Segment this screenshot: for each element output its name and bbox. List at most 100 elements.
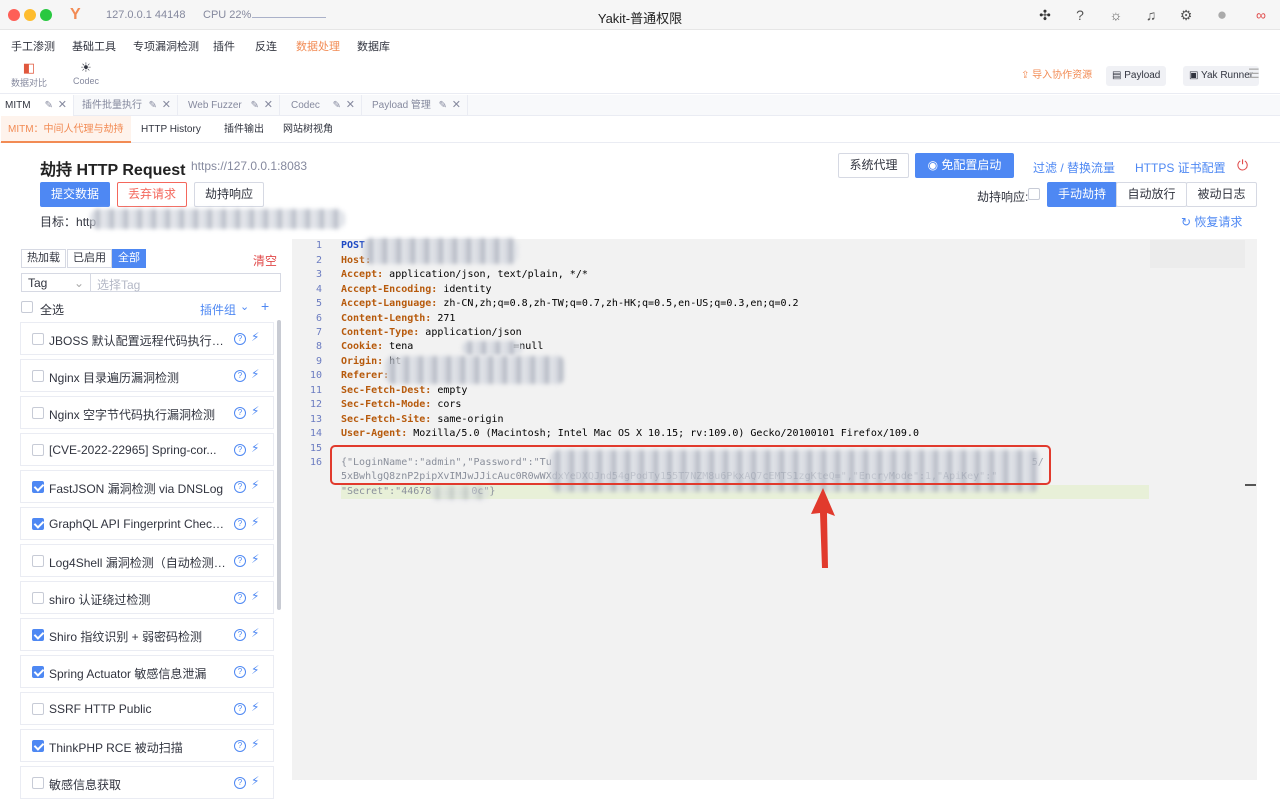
help-icon[interactable]: ?	[234, 740, 246, 752]
plugin-group-link[interactable]: 插件组	[200, 301, 236, 318]
request-editor[interactable]: 1 2 3 4 5 6 7 8 9 10 11 12 13 14 15 16 POST Host: Accep…	[292, 239, 1257, 780]
codec-tool[interactable]: ☀ Codec	[73, 60, 99, 86]
bell-icon[interactable]: ♫	[1142, 6, 1160, 24]
plugin-checkbox[interactable]	[32, 777, 44, 789]
plugin-checkbox[interactable]	[32, 370, 44, 382]
edit-icon[interactable]: ✎	[333, 95, 341, 116]
tab-site-tree[interactable]: 网站树视角	[276, 116, 340, 143]
close-icon[interactable]: ✕	[264, 95, 273, 116]
collapse-icon[interactable]: ☰	[1248, 66, 1260, 82]
bolt-icon[interactable]: ⚡	[251, 441, 259, 455]
free-config-button[interactable]: ◉ 免配置启动	[915, 153, 1014, 178]
plugin-item[interactable]: Shiro 指纹识别 + 弱密码检测? ⚡	[20, 618, 274, 651]
system-proxy-button[interactable]: 系统代理	[838, 153, 909, 178]
menu-basic-tools[interactable]: 基础工具	[72, 38, 116, 54]
seg-hot-load[interactable]: 热加载	[21, 249, 66, 268]
bolt-icon[interactable]: ⚡	[251, 404, 259, 418]
edit-icon[interactable]: ✎	[439, 95, 447, 116]
tab-mitm-hijack[interactable]: MITM：中间人代理与劫持	[1, 116, 131, 143]
help-icon[interactable]: ?	[234, 592, 246, 604]
plugin-checkbox[interactable]	[32, 407, 44, 419]
plugin-item[interactable]: GraphQL API Fingerprint Checki...? ⚡	[20, 507, 274, 540]
close-icon[interactable]: ✕	[346, 95, 355, 116]
plugin-checkbox[interactable]	[32, 629, 44, 641]
plugin-item[interactable]: JBOSS 默认配置远程代码执行 漏...? ⚡	[20, 322, 274, 355]
plugin-item[interactable]: FastJSON 漏洞检测 via DNSLog? ⚡	[20, 470, 274, 503]
bolt-icon[interactable]: ⚡	[251, 663, 259, 677]
help-icon[interactable]: ?	[234, 444, 246, 456]
plugin-checkbox[interactable]	[32, 666, 44, 678]
help-icon[interactable]: ?	[234, 555, 246, 567]
seg-all[interactable]: 全部	[112, 249, 146, 268]
link-icon[interactable]: ∞	[1252, 6, 1270, 24]
plugin-checkbox[interactable]	[32, 481, 44, 493]
help-icon[interactable]: ?	[234, 629, 246, 641]
avatar-icon[interactable]: ●	[1213, 6, 1231, 24]
tab-web-fuzzer[interactable]: Web Fuzzer ✎ ✕	[183, 95, 280, 116]
bolt-icon[interactable]: ⚡	[251, 367, 259, 381]
plugin-checkbox[interactable]	[32, 444, 44, 456]
plugin-checkbox[interactable]	[32, 333, 44, 345]
plugin-item[interactable]: SSRF HTTP Public? ⚡	[20, 692, 274, 725]
compare-tool[interactable]: ◧ 数据对比	[11, 60, 47, 89]
edit-icon[interactable]: ✎	[45, 95, 53, 116]
bolt-icon[interactable]: ⚡	[251, 774, 259, 788]
menu-plugins[interactable]: 插件	[213, 38, 235, 54]
plugin-item[interactable]: [CVE-2022-22965] Spring-cor...? ⚡	[20, 433, 274, 466]
tab-plugin-output[interactable]: 插件输出	[217, 116, 271, 143]
edit-icon[interactable]: ✎	[149, 95, 157, 116]
tag-search-input[interactable]: 选择Tag	[90, 273, 281, 292]
bolt-icon[interactable]: ⚡	[251, 737, 259, 751]
tag-select[interactable]: Tag ⌄	[21, 273, 91, 292]
help-icon[interactable]: ?	[1071, 6, 1089, 24]
plugin-item[interactable]: Spring Actuator 敏感信息泄漏? ⚡	[20, 655, 274, 688]
auto-pass-button[interactable]: 自动放行	[1116, 182, 1187, 207]
plugin-checkbox[interactable]	[32, 703, 44, 715]
edit-icon[interactable]: ✎	[251, 95, 259, 116]
close-icon[interactable]: ✕	[58, 95, 67, 116]
plugin-checkbox[interactable]	[32, 592, 44, 604]
tab-mitm[interactable]: MITM ✎ ✕	[0, 95, 74, 116]
menu-data-processing[interactable]: 数据处理	[296, 38, 340, 54]
bolt-icon[interactable]: ⚡	[251, 626, 259, 640]
help-icon[interactable]: ?	[234, 370, 246, 382]
plugin-item[interactable]: ThinkPHP RCE 被动扫描? ⚡	[20, 729, 274, 762]
discard-button[interactable]: 丢弃请求	[117, 182, 187, 207]
plugin-checkbox[interactable]	[32, 518, 44, 530]
passive-log-button[interactable]: 被动日志	[1186, 182, 1257, 207]
plugin-checkbox[interactable]	[32, 555, 44, 567]
tab-codec[interactable]: Codec ✎ ✕	[286, 95, 362, 116]
menu-database[interactable]: 数据库	[357, 38, 390, 54]
bolt-icon[interactable]: ⚡	[251, 515, 259, 529]
bolt-icon[interactable]: ⚡	[251, 330, 259, 344]
plugin-checkbox[interactable]	[32, 740, 44, 752]
help-icon[interactable]: ?	[234, 333, 246, 345]
menu-vuln-detection[interactable]: 专项漏洞检测	[133, 38, 199, 54]
close-icon[interactable]: ✕	[162, 95, 171, 116]
bolt-icon[interactable]: ⚡	[251, 589, 259, 603]
tab-http-history[interactable]: HTTP History	[134, 116, 208, 143]
chevron-down-icon[interactable]: ⌄	[240, 300, 249, 313]
hijack-response-button[interactable]: 劫持响应	[194, 182, 264, 207]
select-all-checkbox[interactable]	[21, 301, 33, 313]
manual-hijack-button[interactable]: 手动劫持	[1047, 182, 1117, 207]
help-icon[interactable]: ?	[234, 481, 246, 493]
code-minimap[interactable]	[1150, 240, 1245, 268]
gear-icon[interactable]: ⚙	[1177, 6, 1195, 24]
menu-manual-pentest[interactable]: 手工渗测	[11, 38, 55, 54]
plugin-item[interactable]: Nginx 空字节代码执行漏洞检测? ⚡	[20, 396, 274, 429]
help-icon[interactable]: ?	[234, 703, 246, 715]
scrollbar[interactable]	[277, 320, 281, 610]
seg-enabled[interactable]: 已启用	[67, 249, 112, 268]
add-icon[interactable]: +	[261, 298, 269, 314]
bolt-icon[interactable]: ⚡	[251, 552, 259, 566]
help-icon[interactable]: ?	[234, 518, 246, 530]
plugin-store-icon[interactable]: ✣	[1036, 6, 1054, 24]
plugin-item[interactable]: shiro 认证绕过检测? ⚡	[20, 581, 274, 614]
hijack-response-checkbox[interactable]	[1028, 188, 1040, 200]
https-cert-link[interactable]: HTTPS 证书配置	[1135, 159, 1226, 176]
menu-reverse[interactable]: 反连	[255, 38, 277, 54]
bolt-icon[interactable]: ⚡	[251, 478, 259, 492]
tab-batch-plugins[interactable]: 插件批量执行 ✎ ✕	[77, 95, 178, 116]
plugin-item[interactable]: Nginx 目录遍历漏洞检测? ⚡	[20, 359, 274, 392]
